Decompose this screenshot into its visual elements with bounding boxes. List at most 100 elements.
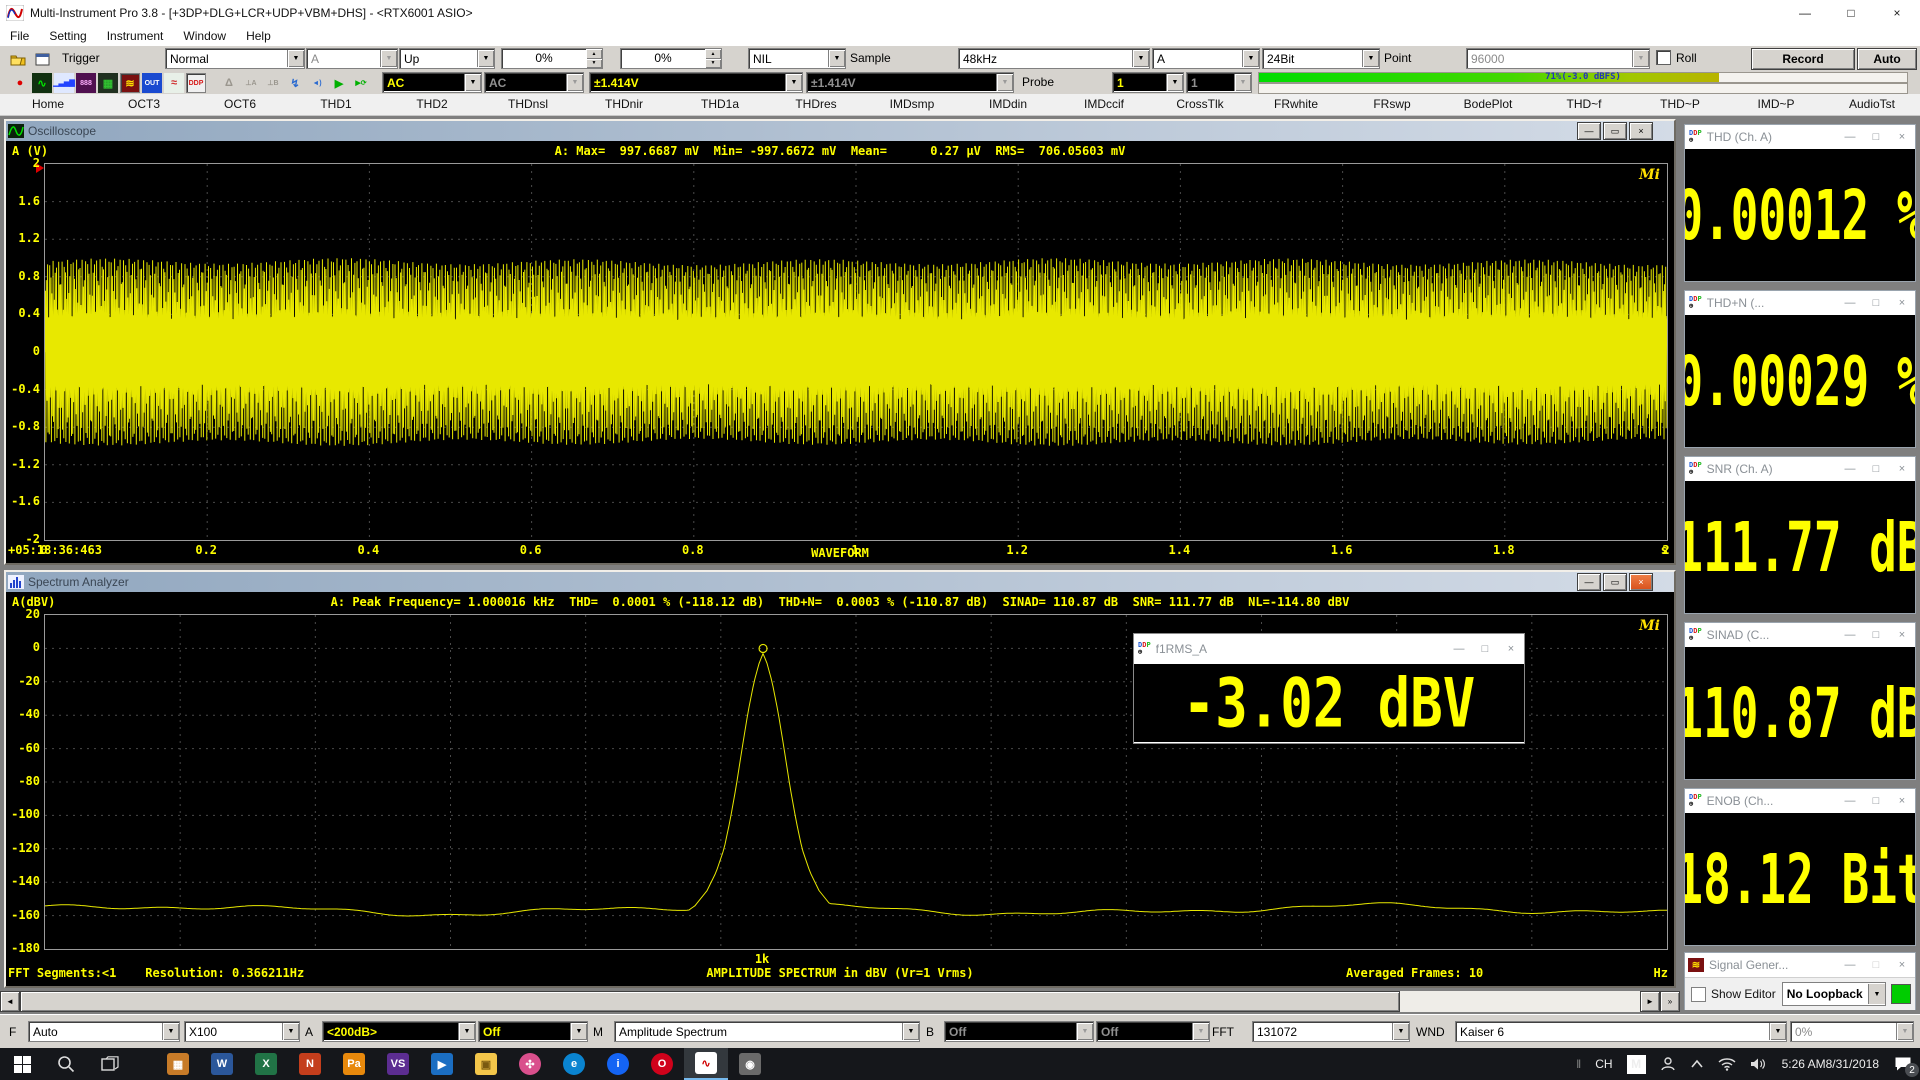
taskbar-info-app-icon[interactable]: i xyxy=(596,1048,640,1080)
sample-rate-dropdown[interactable]: 48kHz▼ xyxy=(958,48,1150,69)
probe-calibration-icon[interactable]: ↯ xyxy=(285,73,305,93)
tab-thdnsl[interactable]: THDnsl xyxy=(480,94,576,115)
open-file-icon[interactable] xyxy=(8,49,28,69)
display-mode-dropdown[interactable]: Amplitude Spectrum▼ xyxy=(614,1021,920,1042)
bit-depth-dropdown[interactable]: 24Bit▼ xyxy=(1262,48,1380,69)
ime-mode[interactable]: M xyxy=(1627,1055,1646,1074)
task-view-icon[interactable] xyxy=(88,1048,132,1080)
scroll-right-icon[interactable]: ► xyxy=(1640,991,1660,1012)
minimize-button[interactable]: — xyxy=(1782,0,1828,26)
mdi-horizontal-scrollbar[interactable]: ◄ ► » xyxy=(0,991,1680,1012)
maximize-button[interactable]: □ xyxy=(1863,959,1889,971)
minimize-button[interactable]: — xyxy=(1577,573,1601,591)
close-button[interactable]: × xyxy=(1629,573,1653,591)
wifi-icon[interactable] xyxy=(1718,1057,1736,1071)
alarm-icon[interactable]: Δ xyxy=(219,73,239,93)
minimize-button[interactable]: — xyxy=(1577,122,1601,140)
panel-setting-icon[interactable] xyxy=(32,49,52,69)
minimize-button[interactable]: — xyxy=(1837,629,1863,641)
tab-thd~f[interactable]: THD~f xyxy=(1536,94,1632,115)
freq-mode-dropdown[interactable]: Auto▼ xyxy=(28,1021,180,1042)
taskbar-excel-icon[interactable]: X xyxy=(244,1048,288,1080)
taskbar-edge-icon[interactable]: e xyxy=(552,1048,596,1080)
tab-frwhite[interactable]: FRwhite xyxy=(1248,94,1344,115)
taskbar-onenote-icon[interactable]: N xyxy=(288,1048,332,1080)
menu-help[interactable]: Help xyxy=(236,29,281,43)
show-editor-checkbox[interactable] xyxy=(1691,987,1706,1002)
ime-language[interactable]: CH xyxy=(1595,1057,1612,1071)
probe-b-dropdown[interactable]: 1▼ xyxy=(1186,72,1252,93)
minimize-button[interactable]: — xyxy=(1837,795,1863,807)
tab-imdsmp[interactable]: IMDsmp xyxy=(864,94,960,115)
restore-button[interactable]: ▭ xyxy=(1603,573,1627,591)
close-button[interactable]: × xyxy=(1629,122,1653,140)
signal-generator-icon[interactable]: ≋ xyxy=(120,73,140,93)
restore-button[interactable]: ▭ xyxy=(1603,122,1627,140)
action-center-icon[interactable]: 2 xyxy=(1886,1048,1920,1080)
start-button[interactable] xyxy=(0,1048,44,1080)
oscilloscope-icon[interactable]: ∿ xyxy=(32,73,52,93)
scrollbar-thumb[interactable] xyxy=(20,991,1400,1012)
tab-frswp[interactable]: FRswp xyxy=(1344,94,1440,115)
tab-imd~p[interactable]: IMD~P xyxy=(1728,94,1824,115)
ddp-viewer-icon[interactable]: DDP xyxy=(186,73,206,93)
record-button[interactable]: Record xyxy=(1751,48,1855,70)
people-icon[interactable] xyxy=(1660,1056,1676,1072)
tab-oct3[interactable]: OCT3 xyxy=(96,94,192,115)
speaker-icon[interactable]: ◄) xyxy=(307,73,327,93)
window-fn-dropdown[interactable]: Kaiser 6▼ xyxy=(1455,1021,1787,1042)
b-mode2-dropdown[interactable]: Off▼ xyxy=(1096,1021,1210,1042)
tab-audiotst[interactable]: AudioTst xyxy=(1824,94,1920,115)
coupling-b-dropdown[interactable]: AC▼ xyxy=(484,72,584,93)
tab-oct6[interactable]: OCT6 xyxy=(192,94,288,115)
taskbar-multi-instrument-icon[interactable]: ∿ xyxy=(684,1048,728,1080)
menu-setting[interactable]: Setting xyxy=(39,29,96,43)
taskbar-visual-studio-icon[interactable]: VS xyxy=(376,1048,420,1080)
meter-title-bar[interactable]: DDP⊕SNR (Ch. A)—□× xyxy=(1685,457,1915,481)
tab-thdres[interactable]: THDres xyxy=(768,94,864,115)
spectrum-title-bar[interactable]: Spectrum Analyzer — ▭ × xyxy=(6,572,1674,592)
meter-title-bar[interactable]: DDP⊕SINAD (C...—□× xyxy=(1685,623,1915,647)
maximize-button[interactable]: □ xyxy=(1863,131,1889,143)
menu-instrument[interactable]: Instrument xyxy=(97,29,174,43)
taskbar-app-tiles-icon[interactable]: ▦ xyxy=(156,1048,200,1080)
taskbar-opera-icon[interactable]: O xyxy=(640,1048,684,1080)
tab-imddin[interactable]: IMDdin xyxy=(960,94,1056,115)
chevron-up-icon[interactable] xyxy=(1690,1059,1704,1069)
menu-file[interactable]: File xyxy=(0,29,39,43)
range-a-dropdown[interactable]: ±1.414V▼ xyxy=(589,72,803,93)
b-mode1-dropdown[interactable]: Off▼ xyxy=(944,1021,1094,1042)
oscilloscope-title-bar[interactable]: Oscilloscope — ▭ × xyxy=(6,121,1674,141)
checkbox-box[interactable] xyxy=(1656,50,1671,65)
taskbar-clock[interactable]: 5:26 AM 8/31/2018 xyxy=(1782,1057,1879,1072)
oscilloscope-plot[interactable] xyxy=(44,163,1668,541)
tab-crosstlk[interactable]: CrossTlk xyxy=(1152,94,1248,115)
range-display-dropdown[interactable]: <200dB>▼ xyxy=(322,1021,476,1042)
scrollbar-track[interactable] xyxy=(1400,991,1640,1012)
minimize-button[interactable]: — xyxy=(1837,297,1863,309)
generator-on-button[interactable] xyxy=(1891,984,1911,1004)
hpf-dropdown[interactable]: NIL▼ xyxy=(748,48,846,69)
spectrogram-icon[interactable]: ▦ xyxy=(98,73,118,93)
tab-thd~p[interactable]: THD~P xyxy=(1632,94,1728,115)
device-test-plan-icon[interactable]: OUT xyxy=(142,73,162,93)
probe-a-dropdown[interactable]: 1▼ xyxy=(1112,72,1184,93)
minimize-button[interactable]: — xyxy=(1837,131,1863,143)
close-button[interactable]: × xyxy=(1889,463,1915,475)
cursor-reader-b-icon[interactable]: ⊥B xyxy=(263,73,283,93)
maximize-button[interactable]: □ xyxy=(1863,463,1889,475)
overlap-dropdown[interactable]: 0%▼ xyxy=(1790,1021,1914,1042)
close-button[interactable]: × xyxy=(1889,629,1915,641)
derived-data-curve-icon[interactable]: ≈ xyxy=(164,73,184,93)
zoom-dropdown[interactable]: X100▼ xyxy=(184,1021,300,1042)
maximize-button[interactable]: □ xyxy=(1863,629,1889,641)
taskbar-file-explorer-icon[interactable]: ▣ xyxy=(464,1048,508,1080)
taskbar-photos-app-icon[interactable]: ✣ xyxy=(508,1048,552,1080)
play-loop-icon[interactable]: ▶⟳ xyxy=(351,73,371,93)
scroll-more-button[interactable]: » xyxy=(1660,991,1680,1012)
a-extra-dropdown[interactable]: Off▼ xyxy=(478,1021,588,1042)
maximize-button[interactable]: □ xyxy=(1863,795,1889,807)
close-button[interactable]: × xyxy=(1889,131,1915,143)
taskbar-word-icon[interactable]: W xyxy=(200,1048,244,1080)
multimeter-icon[interactable]: 888 xyxy=(76,73,96,93)
